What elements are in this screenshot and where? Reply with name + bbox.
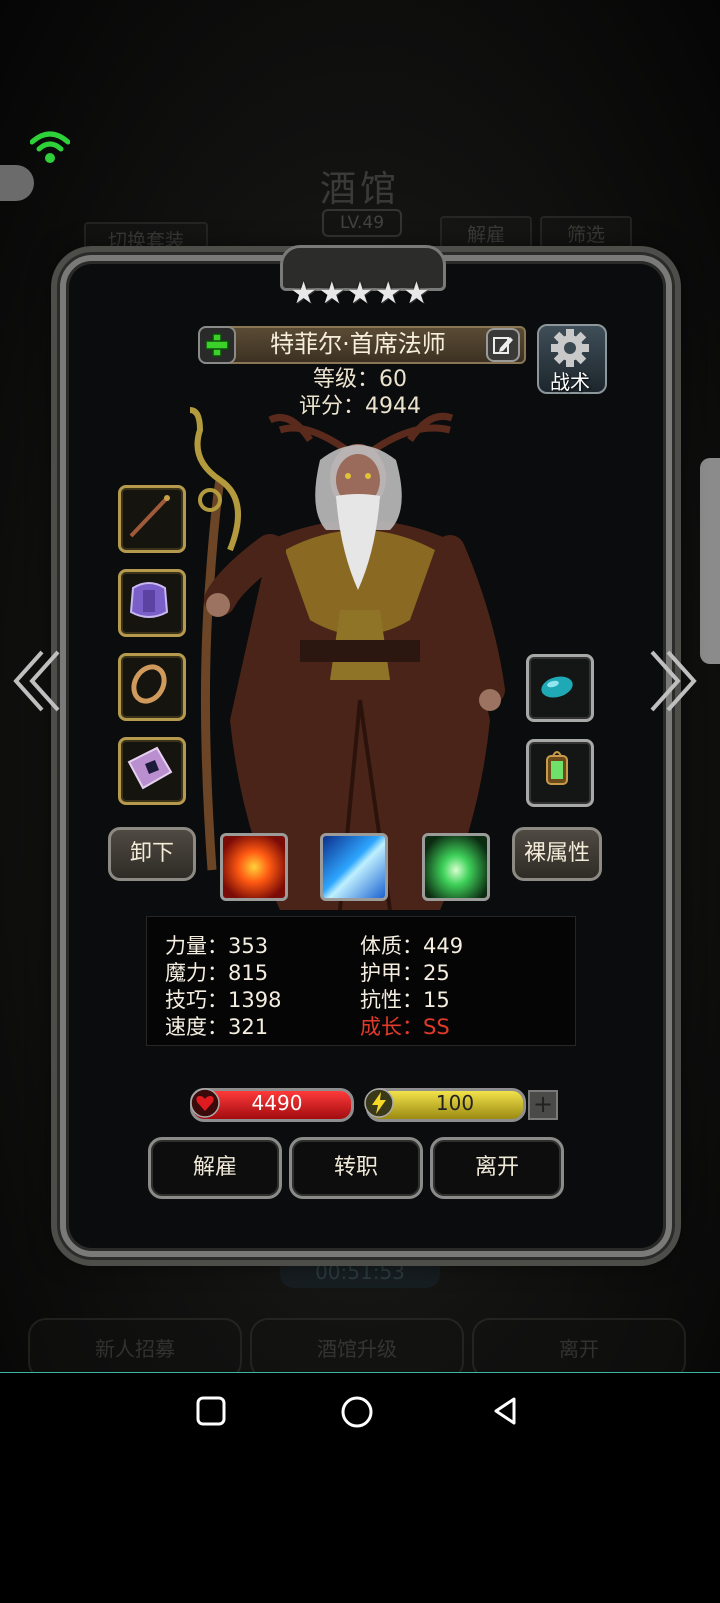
tavern-title: 酒馆 <box>319 169 400 210</box>
plus-icon <box>205 333 229 357</box>
star-icon: ★ <box>402 276 430 311</box>
unequip-button[interactable]: 卸下 <box>108 827 196 881</box>
equip-slot-weapon[interactable] <box>118 485 186 553</box>
tavern-level: LV.49 <box>322 209 402 237</box>
wifi-icon <box>30 131 70 163</box>
tome-icon <box>127 746 173 790</box>
stat-skill: 技巧：1398 <box>165 988 282 1012</box>
hero-name: 特菲尔·首席法师 <box>270 330 446 358</box>
star-icon: ★ <box>318 276 346 311</box>
filter-button[interactable]: 筛选 <box>540 216 632 254</box>
stat-resistance: 抗性：15 <box>360 988 450 1012</box>
edit-icon <box>493 337 513 354</box>
chevron-left-icon[interactable] <box>12 648 62 714</box>
change-class-button[interactable]: 转职 <box>289 1137 423 1199</box>
armor-icon <box>129 582 169 618</box>
side-handle[interactable] <box>700 458 720 664</box>
ring-icon <box>131 664 167 704</box>
stat-strength: 力量：353 <box>165 934 269 958</box>
stat-speed: 速度：321 <box>165 1015 269 1039</box>
triangle-back-icon[interactable] <box>490 1395 522 1427</box>
staff-icon <box>129 495 170 538</box>
energy-value: 100 <box>435 1091 475 1115</box>
equip-slot-gem[interactable] <box>526 654 594 722</box>
rename-button[interactable] <box>486 328 520 362</box>
heart-icon <box>190 1088 220 1118</box>
bare-attributes-button[interactable]: 裸属性 <box>512 827 602 881</box>
bg-leave-button[interactable]: 离开 <box>472 1318 686 1380</box>
chevron-right-icon[interactable] <box>648 648 698 714</box>
star-rating: ★ ★ ★ ★ ★ <box>290 279 430 315</box>
add-button[interactable] <box>198 326 236 364</box>
hp-value: 4490 <box>251 1091 303 1115</box>
stat-magic: 魔力：815 <box>165 961 269 985</box>
recruit-button[interactable]: 新人招募 <box>28 1318 242 1380</box>
equip-slot-armor[interactable] <box>118 569 186 637</box>
skill-fire-icon[interactable] <box>220 833 288 901</box>
leave-button[interactable]: 离开 <box>430 1137 564 1199</box>
add-energy-button[interactable]: + <box>528 1090 558 1120</box>
skill-ice-icon[interactable] <box>320 833 388 901</box>
stat-armor: 护甲：25 <box>360 961 450 985</box>
star-icon: ★ <box>374 276 402 311</box>
stat-growth: 成长：SS <box>360 1015 450 1039</box>
equip-slot-lantern[interactable] <box>526 739 594 807</box>
game-screen: 酒馆 LV.49 切换套装 解雇 筛选 00:51:53 新人招募 酒馆升级 离… <box>0 0 720 1400</box>
square-icon[interactable] <box>195 1395 227 1427</box>
dismiss-button[interactable]: 解雇 <box>148 1137 282 1199</box>
gem-icon <box>541 676 573 698</box>
stat-constitution: 体质：449 <box>360 934 464 958</box>
bg-dismiss-button[interactable]: 解雇 <box>440 216 532 254</box>
equip-slot-ring[interactable] <box>118 653 186 721</box>
tavern-upgrade-button[interactable]: 酒馆升级 <box>250 1318 464 1380</box>
skill-nature-icon[interactable] <box>422 833 490 901</box>
tavern-timer: 00:51:53 <box>280 1256 440 1288</box>
lightning-icon <box>364 1088 394 1118</box>
circle-icon[interactable] <box>340 1395 374 1429</box>
lantern-icon <box>546 751 568 785</box>
star-icon: ★ <box>290 276 318 311</box>
star-icon: ★ <box>346 276 374 311</box>
equip-slot-book[interactable] <box>118 737 186 805</box>
